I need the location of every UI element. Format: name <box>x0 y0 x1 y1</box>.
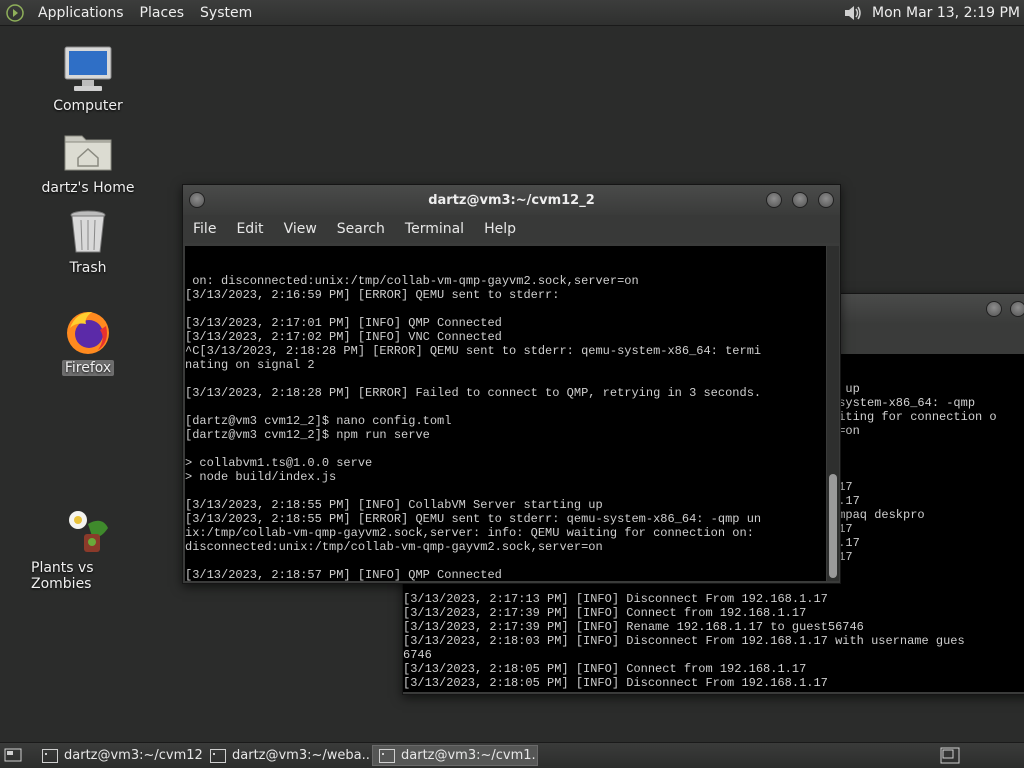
menu-edit[interactable]: Edit <box>226 221 273 237</box>
clock[interactable]: Mon Mar 13, 2:19 PM <box>872 5 1020 21</box>
bottom-panel: dartz@vm3:~/cvm12 dartz@vm3:~/weba... da… <box>0 742 1024 768</box>
computer-icon <box>64 46 112 91</box>
window-title: dartz@vm3:~/cvm12_2 <box>428 192 595 208</box>
taskbar-item[interactable]: dartz@vm3:~/cvm12 <box>36 745 202 766</box>
panel-tray: Mon Mar 13, 2:19 PM <box>842 3 1024 23</box>
terminal-menubar: File Edit View Search Terminal Help <box>183 215 840 243</box>
terminal-line: [3/13/2023, 2:18:05 PM] [INFO] Disconnec… <box>403 676 828 690</box>
scrollbar-thumb[interactable] <box>829 474 837 578</box>
terminal-line: [3/13/2023, 2:18:55 PM] [ERROR] QEMU sen… <box>185 512 762 526</box>
terminal-line: ix:/tmp/collab-vm-qmp-gayvm2.sock,server… <box>185 526 754 540</box>
home-folder-icon <box>64 135 112 171</box>
system-menu[interactable]: System <box>192 5 260 21</box>
applications-menu[interactable]: Applications <box>30 5 132 21</box>
terminal-line: [dartz@vm3 cvm12_2]$ nano config.toml <box>185 414 452 428</box>
firefox-icon <box>67 312 109 354</box>
terminal-line: [3/13/2023, 2:17:39 PM] [INFO] Connect f… <box>403 606 807 620</box>
places-menu[interactable]: Places <box>132 5 193 21</box>
workspace-switcher-icon[interactable] <box>940 747 960 764</box>
terminal-line: disconnected:unix:/tmp/collab-vm-qmp-gay… <box>185 540 603 554</box>
terminal-line: > collabvm1.ts@1.0.0 serve <box>185 456 373 470</box>
terminal-line: [3/13/2023, 2:18:03 PM] [INFO] Disconnec… <box>403 634 965 648</box>
terminal-line: [dartz@vm3 cvm12_2]$ npm run serve <box>185 428 430 442</box>
desktop-icon-home[interactable]: dartz's Home <box>28 126 148 196</box>
minimize-button[interactable] <box>986 301 1002 317</box>
minimize-button[interactable] <box>766 192 782 208</box>
terminal-line: [3/13/2023, 2:18:57 PM] [INFO] QMP Conne… <box>185 568 502 581</box>
front-window-titlebar[interactable]: dartz@vm3:~/cvm12_2 <box>183 185 840 215</box>
terminal-line: [3/13/2023, 2:18:55 PM] [INFO] CollabVM … <box>185 498 603 512</box>
terminal-line: [3/13/2023, 2:17:02 PM] [INFO] VNC Conne… <box>185 330 502 344</box>
menu-terminal[interactable]: Terminal <box>395 221 474 237</box>
terminal-line: [3/13/2023, 2:16:59 PM] [ERROR] QEMU sen… <box>185 288 560 302</box>
taskbar-item-label: dartz@vm3:~/weba... <box>232 748 370 763</box>
volume-icon[interactable] <box>842 3 864 23</box>
maximize-button[interactable] <box>1010 301 1024 317</box>
top-panel: Applications Places System Mon Mar 13, 2… <box>0 0 1024 26</box>
front-terminal-window[interactable]: dartz@vm3:~/cvm12_2 File Edit View Searc… <box>182 184 841 584</box>
terminal-line: [3/13/2023, 2:17:13 PM] [INFO] Disconnec… <box>403 592 828 606</box>
desktop-icon-label: Plants vs Zombies <box>31 560 94 592</box>
maximize-button[interactable] <box>792 192 808 208</box>
show-desktop-icon[interactable] <box>4 747 22 763</box>
taskbar-item[interactable]: dartz@vm3:~/weba... <box>204 745 370 766</box>
terminal-line: 6746 <box>403 648 432 662</box>
taskbar-item-active[interactable]: dartz@vm3:~/cvm1... <box>372 745 538 766</box>
desktop-icon-label: Computer <box>53 98 123 114</box>
desktop-icon-trash[interactable]: Trash <box>28 206 148 276</box>
desktop-icon-firefox[interactable]: Firefox <box>28 306 148 376</box>
terminal-line: [3/13/2023, 2:18:28 PM] [ERROR] Failed t… <box>185 386 762 400</box>
back-terminal-lines: [3/13/2023, 2:17:13 PM] [INFO] Disconnec… <box>403 592 1024 690</box>
terminal-icon <box>379 748 395 763</box>
terminal-icon <box>210 748 226 763</box>
front-terminal-output[interactable]: on: disconnected:unix:/tmp/collab-vm-qmp… <box>185 246 826 581</box>
terminal-line: [3/13/2023, 2:18:05 PM] [INFO] Connect f… <box>403 662 807 676</box>
desktop-icon-label: Trash <box>69 260 107 276</box>
menu-help[interactable]: Help <box>474 221 526 237</box>
desktop-icon-label: Firefox <box>61 360 115 376</box>
terminal-line: nating on signal 2 <box>185 358 315 372</box>
terminal-line: > node build/index.js <box>185 470 337 484</box>
desktop-icon-label: dartz's Home <box>41 180 135 196</box>
terminal-icon <box>42 748 58 763</box>
desktop-icon-plants-vs-zombies[interactable]: Plants vs Zombies <box>28 506 148 592</box>
terminal-line: [3/13/2023, 2:17:01 PM] [INFO] QMP Conne… <box>185 316 502 330</box>
trash-icon <box>70 210 106 253</box>
terminal-line: on: disconnected:unix:/tmp/collab-vm-qmp… <box>185 274 639 288</box>
menu-view[interactable]: View <box>274 221 327 237</box>
terminal-scrollbar[interactable] <box>827 246 839 581</box>
taskbar-item-label: dartz@vm3:~/cvm12 <box>64 748 202 763</box>
desktop-icon-computer[interactable]: Computer <box>28 44 148 114</box>
taskbar-item-label: dartz@vm3:~/cvm1... <box>401 748 538 763</box>
terminal-line: ^C[3/13/2023, 2:18:28 PM] [ERROR] QEMU s… <box>185 344 762 358</box>
menu-file[interactable]: File <box>183 221 226 237</box>
front-terminal-lines: on: disconnected:unix:/tmp/collab-vm-qmp… <box>185 274 826 581</box>
terminal-line: [3/13/2023, 2:17:39 PM] [INFO] Rename 19… <box>403 620 864 634</box>
close-button[interactable] <box>818 192 834 208</box>
menu-logo-icon[interactable] <box>6 3 24 22</box>
menu-search[interactable]: Search <box>327 221 395 237</box>
plants-vs-zombies-icon <box>69 511 108 552</box>
